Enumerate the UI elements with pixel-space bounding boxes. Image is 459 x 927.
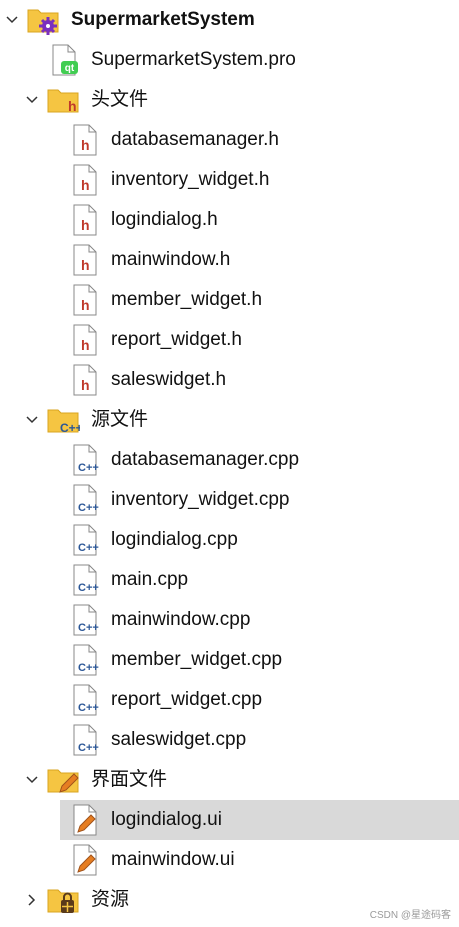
file-name-label: mainwindow.ui: [111, 849, 235, 870]
forms-folder-icon: [47, 769, 79, 793]
file-item[interactable]: h mainwindow.h: [0, 240, 459, 280]
forms-folder-label: 界面文件: [91, 769, 168, 790]
svg-text:h: h: [68, 98, 77, 114]
pro-file-item[interactable]: qt SupermarketSystem.pro: [0, 40, 459, 80]
file-name-label: main.cpp: [111, 569, 189, 590]
svg-text:C++: C++: [78, 622, 99, 634]
file-name-label: member_widget.cpp: [111, 649, 283, 670]
file-item[interactable]: C++ report_widget.cpp: [0, 680, 459, 720]
file-name-label: databasemanager.h: [111, 129, 279, 150]
file-name-label: saleswidget.cpp: [111, 729, 247, 750]
file-item[interactable]: logindialog.ui: [0, 800, 459, 840]
file-item[interactable]: C++ logindialog.cpp: [0, 520, 459, 560]
file-item[interactable]: C++ main.cpp: [0, 560, 459, 600]
cpp-file-icon: C++: [73, 604, 99, 636]
file-item[interactable]: C++ databasemanager.cpp: [0, 440, 459, 480]
header-file-icon: h: [73, 124, 97, 156]
file-item[interactable]: C++ mainwindow.cpp: [0, 600, 459, 640]
resources-folder-label: 资源: [91, 889, 130, 910]
file-item[interactable]: h report_widget.h: [0, 320, 459, 360]
qt-project-file-icon: qt: [52, 44, 78, 76]
sources-folder-row[interactable]: C++ 源文件: [0, 400, 459, 440]
file-item[interactable]: h member_widget.h: [0, 280, 459, 320]
header-file-icon: h: [73, 284, 97, 316]
svg-text:C++: C++: [78, 662, 99, 674]
header-file-icon: h: [73, 164, 97, 196]
resources-folder-icon: [47, 889, 79, 913]
file-item[interactable]: mainwindow.ui: [0, 840, 459, 880]
cpp-file-icon: C++: [73, 684, 99, 716]
file-item[interactable]: h saleswidget.h: [0, 360, 459, 400]
cpp-file-icon: C++: [73, 524, 99, 556]
tree-root-row[interactable]: SupermarketSystem: [0, 0, 459, 40]
header-file-icon: h: [73, 324, 97, 356]
header-file-icon: h: [73, 364, 97, 396]
cpp-file-icon: C++: [73, 564, 99, 596]
file-name-label: databasemanager.cpp: [111, 449, 300, 470]
ui-form-file-icon: [73, 804, 97, 836]
svg-text:C++: C++: [78, 702, 99, 714]
chevron-right-icon[interactable]: [24, 892, 40, 908]
file-name-label: inventory_widget.cpp: [111, 489, 290, 510]
cpp-file-icon: C++: [73, 644, 99, 676]
file-name-label: member_widget.h: [111, 289, 263, 310]
headers-folder-row[interactable]: h 头文件: [0, 80, 459, 120]
chevron-down-icon[interactable]: [24, 772, 40, 788]
cpp-file-icon: C++: [73, 724, 99, 756]
svg-text:h: h: [81, 257, 90, 273]
file-name-label: logindialog.ui: [111, 809, 222, 830]
cpp-file-icon: C++: [73, 484, 99, 516]
file-item[interactable]: C++ member_widget.cpp: [0, 640, 459, 680]
file-item[interactable]: h inventory_widget.h: [0, 160, 459, 200]
ui-form-file-icon: [73, 844, 97, 876]
source-folder-icon: C++: [47, 409, 80, 435]
forms-folder-row[interactable]: 界面文件: [0, 760, 459, 800]
pro-file-label: SupermarketSystem.pro: [91, 49, 296, 70]
svg-text:qt: qt: [65, 63, 75, 74]
header-folder-icon: h: [47, 89, 79, 114]
svg-text:h: h: [81, 137, 90, 153]
header-file-icon: h: [73, 204, 97, 236]
file-name-label: mainwindow.cpp: [111, 609, 251, 630]
svg-text:C++: C++: [60, 421, 80, 435]
project-name-label: SupermarketSystem: [71, 9, 255, 30]
svg-text:h: h: [81, 297, 90, 313]
svg-text:h: h: [81, 337, 90, 353]
file-name-label: report_widget.h: [111, 329, 242, 350]
file-item[interactable]: C++ saleswidget.cpp: [0, 720, 459, 760]
svg-text:C++: C++: [78, 582, 99, 594]
chevron-down-icon[interactable]: [4, 12, 20, 28]
file-item[interactable]: C++ inventory_widget.cpp: [0, 480, 459, 520]
svg-text:C++: C++: [78, 542, 99, 554]
svg-text:h: h: [81, 217, 90, 233]
file-name-label: mainwindow.h: [111, 249, 231, 270]
watermark: CSDN @星途码客: [369, 910, 451, 921]
file-name-label: logindialog.h: [111, 209, 218, 230]
cpp-file-icon: C++: [73, 444, 99, 476]
svg-text:C++: C++: [78, 462, 99, 474]
file-name-label: logindialog.cpp: [111, 529, 238, 550]
svg-text:C++: C++: [78, 742, 99, 754]
svg-text:h: h: [81, 377, 90, 393]
chevron-down-icon[interactable]: [24, 412, 40, 428]
header-file-icon: h: [73, 244, 97, 276]
svg-text:h: h: [81, 177, 90, 193]
headers-folder-label: 头文件: [91, 89, 149, 110]
file-name-label: inventory_widget.h: [111, 169, 270, 190]
file-item[interactable]: h databasemanager.h: [0, 120, 459, 160]
file-name-label: report_widget.cpp: [111, 689, 263, 710]
svg-text:C++: C++: [78, 502, 99, 514]
project-folder-gear-icon: [27, 9, 59, 35]
file-name-label: saleswidget.h: [111, 369, 227, 390]
chevron-down-icon[interactable]: [24, 92, 40, 108]
sources-folder-label: 源文件: [91, 409, 149, 430]
file-item[interactable]: h logindialog.h: [0, 200, 459, 240]
